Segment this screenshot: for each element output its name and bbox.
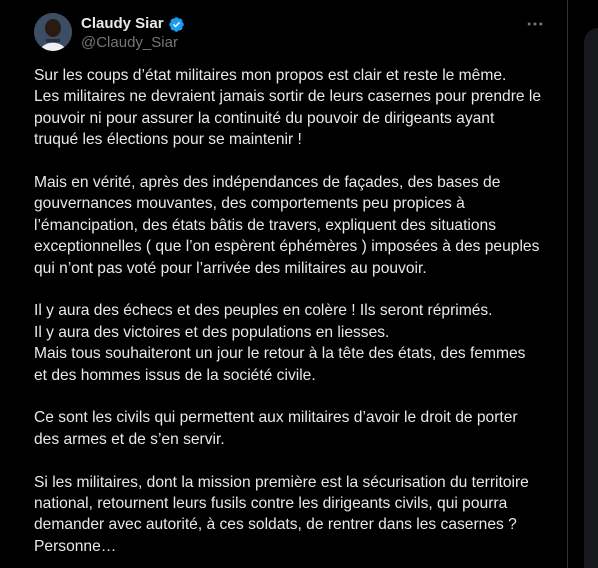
tweet-paragraph: Mais en vérité, après des indépendances … xyxy=(34,172,559,279)
tweet-line: Mais tous souhaiteront un jour le retour… xyxy=(34,345,526,363)
tweet-line: Si les militaires, dont la mission premi… xyxy=(34,473,529,491)
tweet-text: Sur les coups d’état militaires mon prop… xyxy=(34,65,559,568)
tweet-line: des armes et de s’en servir. xyxy=(34,430,225,448)
tweet-line: pouvoir ni pour assurer la continuité du… xyxy=(34,109,495,127)
column-divider xyxy=(567,0,568,568)
tweet-line: Mais en vérité, après des indépendances … xyxy=(34,174,501,192)
tweet-line: Les militaires ne devraient jamais sorti… xyxy=(34,88,542,106)
tweet-line: qui n’ont pas voté pour l’arrivée des mi… xyxy=(34,259,427,277)
verified-badge-icon xyxy=(168,16,184,32)
author-handle[interactable]: @Claudy_Siar xyxy=(81,34,178,52)
tweet-paragraph: Ce sont les civils qui permettent aux mi… xyxy=(34,407,559,450)
tweet-line: Ce sont les civils qui permettent aux mi… xyxy=(34,409,518,427)
avatar[interactable] xyxy=(34,13,72,51)
tweet-line: demander avec autorité, à ces soldats, d… xyxy=(34,516,517,534)
tweet-line: gouvernances mouvantes, des comportement… xyxy=(34,195,465,213)
tweet-screen: Claudy Siar @Claudy_Siar Sur les coups d… xyxy=(0,0,598,568)
author-name-row: Claudy Siar xyxy=(81,15,185,33)
tweet-line: l’émancipation, des états bâtis de trave… xyxy=(34,216,497,234)
tweet-line: Sur les coups d’état militaires mon prop… xyxy=(34,67,507,84)
tweet-paragraph: Il y aura des échecs et des peuples en c… xyxy=(34,300,559,386)
avatar-image xyxy=(34,13,72,51)
tweet-line: exceptionnelles ( que l’on espèrent éphé… xyxy=(34,238,540,256)
tweet-line: national, retournent leurs fusils contre… xyxy=(34,495,508,513)
tweet-paragraph: Sur les coups d’état militaires mon prop… xyxy=(34,65,559,151)
tweet-line: Il y aura des victoires et des populatio… xyxy=(34,323,390,341)
tweet-card[interactable]: Claudy Siar @Claudy_Siar Sur les coups d… xyxy=(0,0,567,568)
tweet-line: Il y aura des échecs et des peuples en c… xyxy=(34,302,493,320)
tweet-line: truqué les élections pour se maintenir ! xyxy=(34,131,302,149)
more-horizontal-icon[interactable] xyxy=(525,14,545,34)
author-display-name[interactable]: Claudy Siar xyxy=(81,15,164,33)
sidebar-panel-edge xyxy=(584,28,598,568)
tweet-line: Personne… xyxy=(34,537,117,555)
tweet-paragraph: Si les militaires, dont la mission premi… xyxy=(34,472,559,558)
tweet-line: et des hommes issus de la société civile… xyxy=(34,366,316,384)
